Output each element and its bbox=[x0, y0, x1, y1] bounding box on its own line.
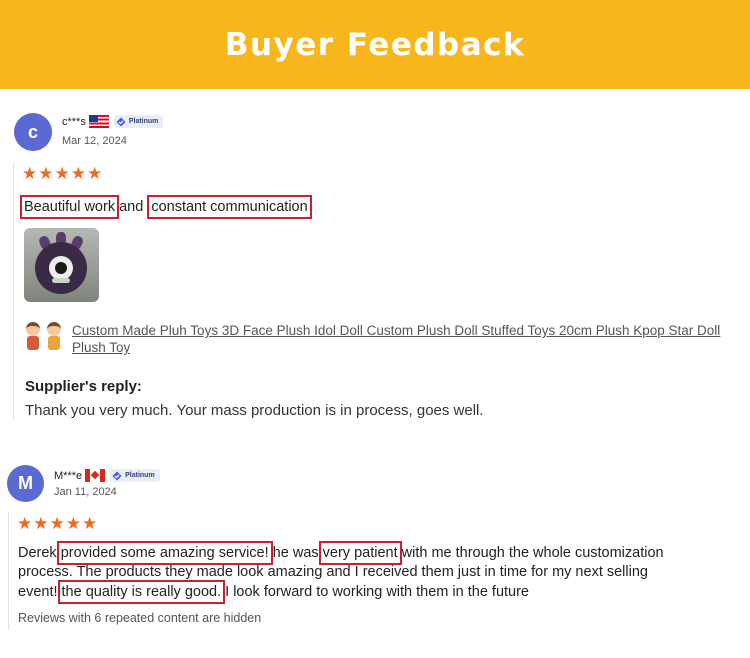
platinum-badge: Platinum bbox=[113, 115, 164, 128]
review-date: Mar 12, 2024 bbox=[62, 135, 127, 147]
review-date: Jan 11, 2024 bbox=[54, 486, 117, 498]
platinum-badge: Platinum bbox=[110, 469, 160, 482]
product-thumbnail[interactable] bbox=[22, 320, 66, 360]
review-text: Beautiful work and constant communicatio… bbox=[19, 195, 312, 219]
highlight-quality-good: the quality is really good. bbox=[57, 580, 226, 604]
highlight-very-patient: very patient bbox=[318, 541, 402, 565]
supplier-reply-text: Thank you very much. Your mass productio… bbox=[25, 402, 484, 419]
star-rating: ★★★★★ bbox=[17, 514, 99, 533]
highlight-amazing-service: provided some amazing service! bbox=[56, 541, 273, 565]
us-flag-icon bbox=[88, 115, 109, 128]
reviewer-info: M***e Platinum bbox=[54, 469, 160, 482]
avatar: c bbox=[14, 113, 52, 151]
banner-title: Buyer Feedback bbox=[224, 26, 526, 63]
highlight-constant-communication: constant communication bbox=[147, 195, 312, 219]
product-link[interactable]: Custom Made Pluh Toys 3D Face Plush Idol… bbox=[72, 322, 742, 356]
diamond-icon bbox=[116, 117, 126, 126]
review-text-line-1: Derek provided some amazing service! he … bbox=[18, 541, 664, 565]
review-photo[interactable] bbox=[24, 228, 99, 302]
banner: Buyer Feedback bbox=[0, 0, 750, 89]
review-divider bbox=[8, 512, 9, 630]
reviewer-name: c***s bbox=[62, 115, 86, 128]
star-rating: ★★★★★ bbox=[22, 164, 104, 183]
hidden-reviews-note: Reviews with 6 repeated content are hidd… bbox=[18, 611, 262, 625]
avatar: M bbox=[7, 465, 44, 502]
highlight-beautiful-work: Beautiful work bbox=[19, 195, 120, 219]
diamond-icon bbox=[112, 471, 122, 480]
supplier-reply-title: Supplier's reply: bbox=[25, 378, 142, 395]
canada-flag-icon bbox=[85, 469, 106, 482]
reviewer-info: c***s Platinum bbox=[62, 115, 164, 128]
review-divider bbox=[13, 162, 14, 420]
review-text-line-3: event! the quality is really good. I loo… bbox=[18, 580, 529, 604]
review-text-line-2: process. The products they made look ama… bbox=[18, 564, 648, 580]
reviewer-name: M***e bbox=[54, 469, 83, 482]
